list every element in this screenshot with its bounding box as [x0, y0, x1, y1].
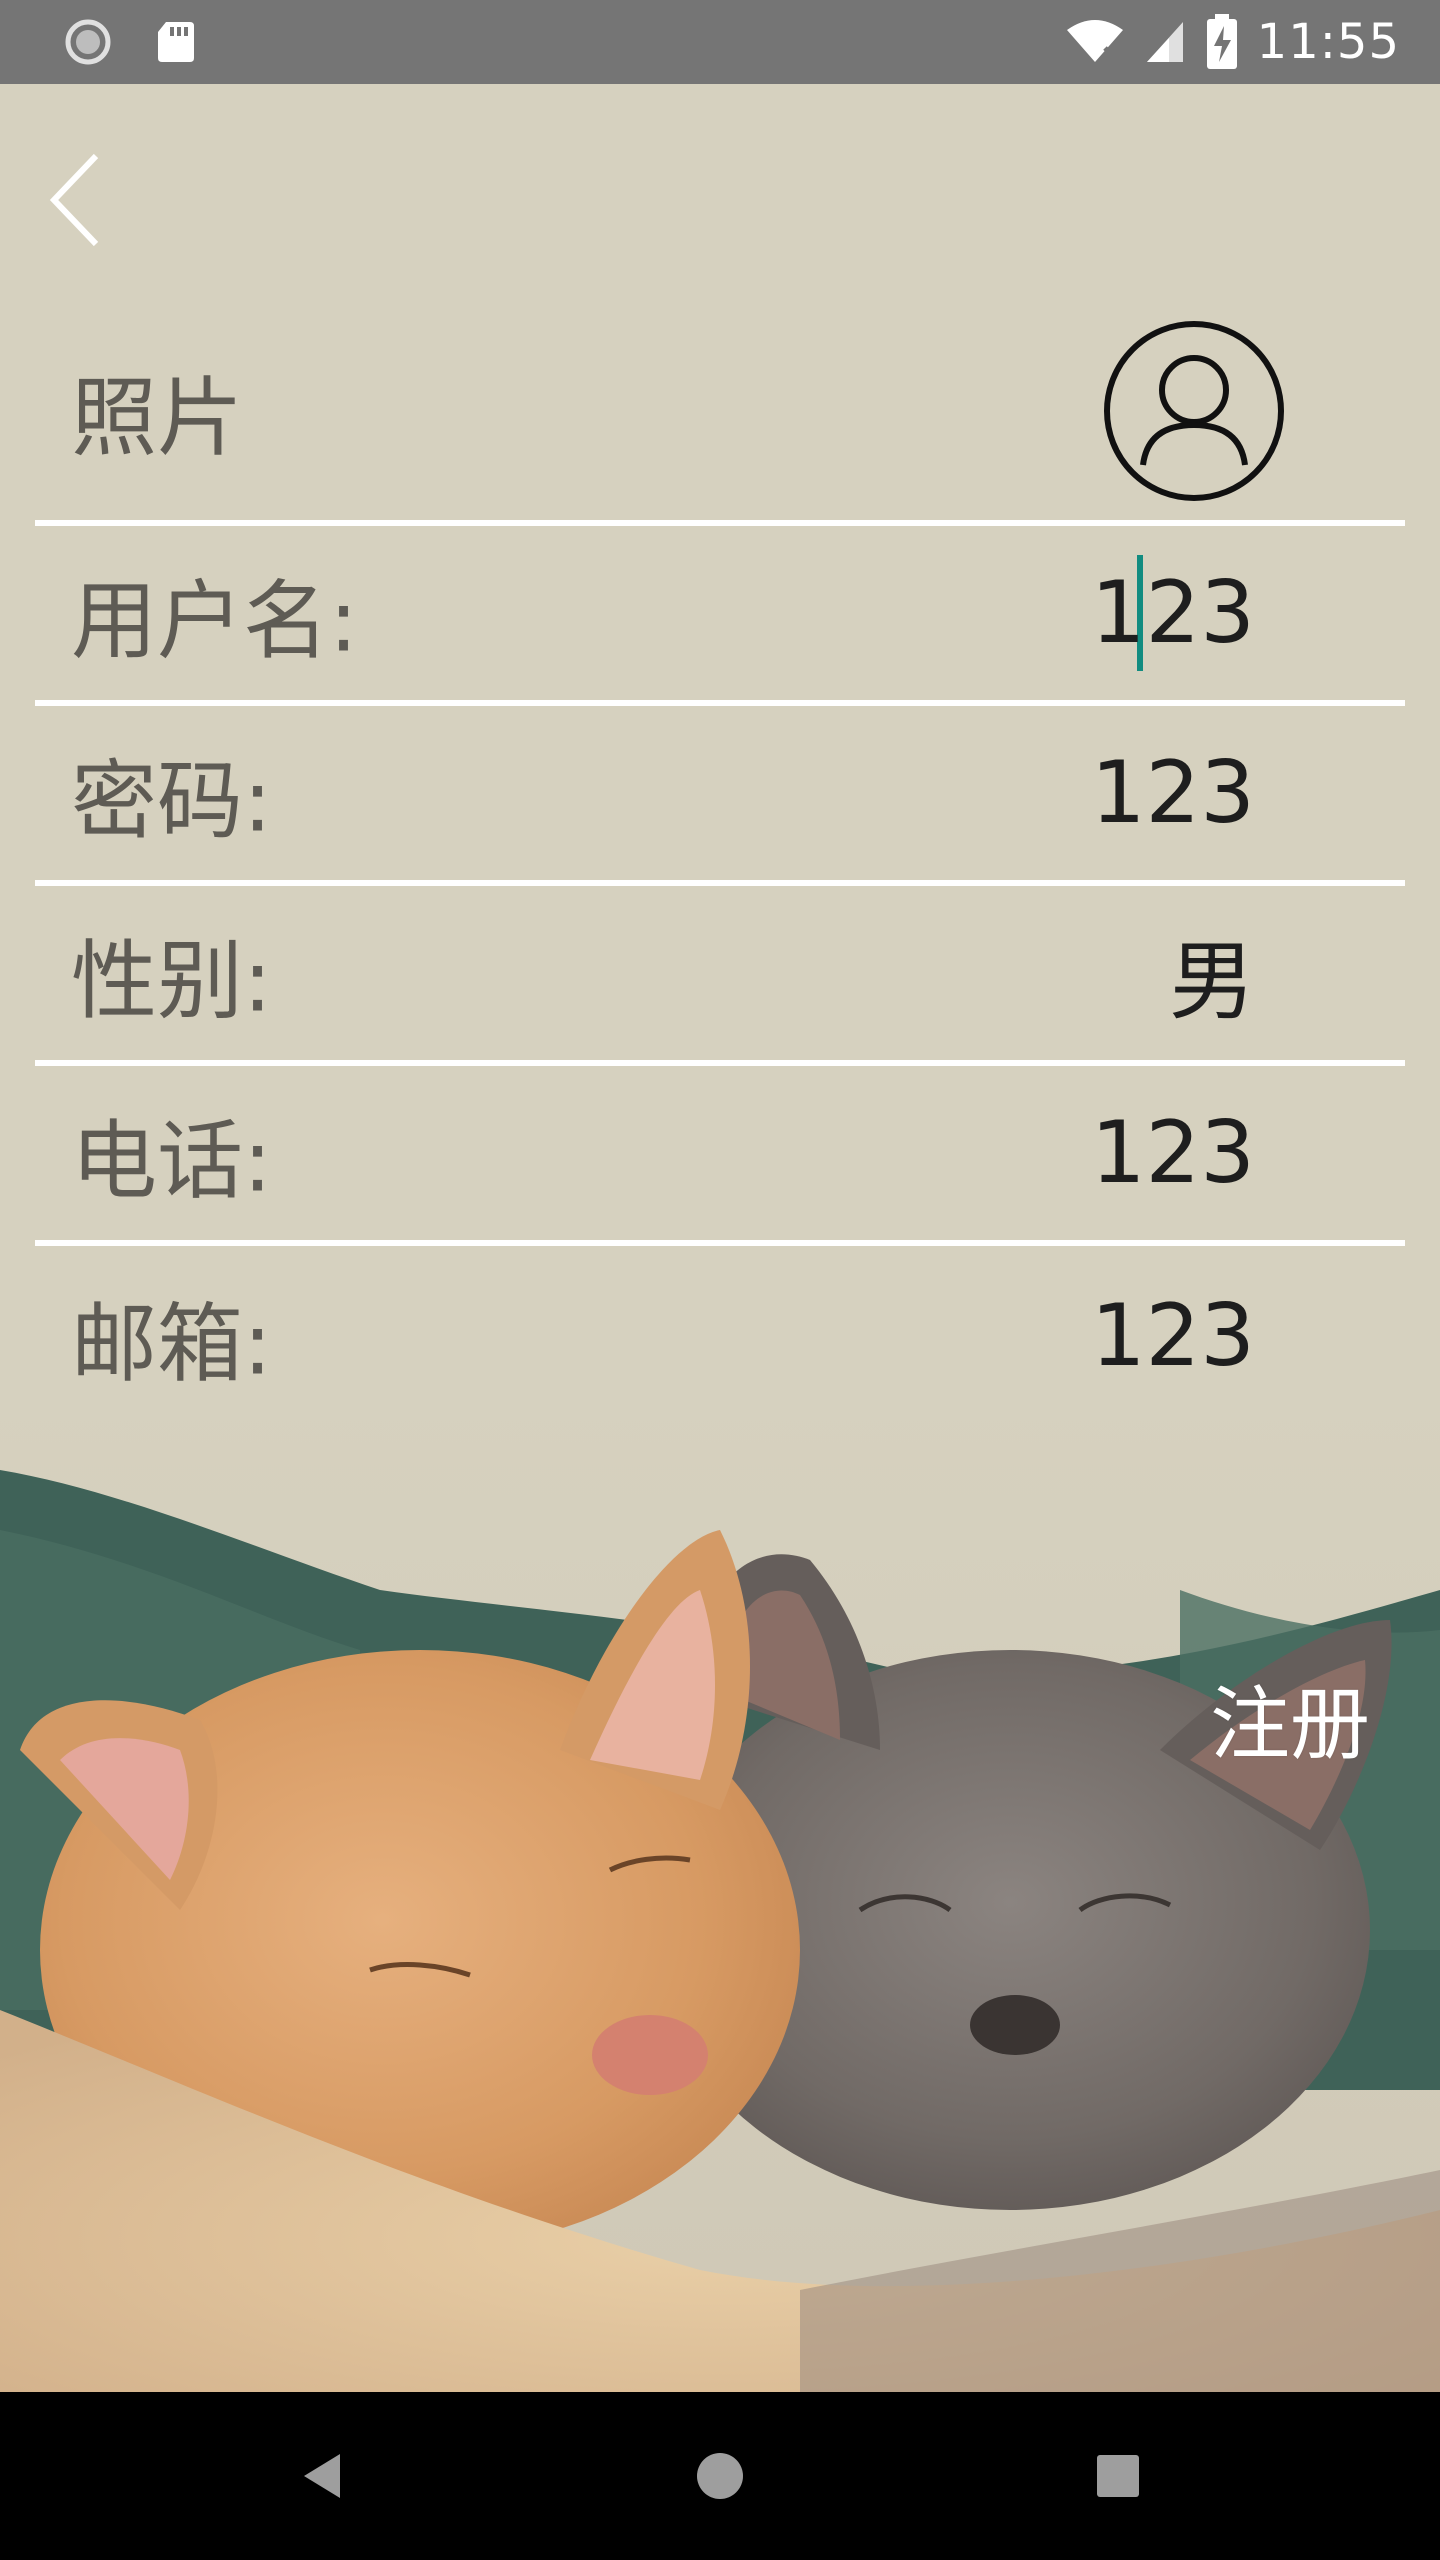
back-triangle-icon[interactable]: [282, 2436, 362, 2516]
gender-label: 性别:: [71, 931, 272, 1032]
recents-square-icon[interactable]: [1078, 2436, 1158, 2516]
photo-row: 照片: [35, 300, 1405, 526]
sync-icon: [65, 19, 111, 65]
phone-row: 电话:: [35, 1066, 1405, 1246]
navigation-bar: [0, 2392, 1440, 2560]
phone-input[interactable]: [835, 1103, 1255, 1203]
password-row: 密码:: [35, 706, 1405, 886]
gender-row: 性别:: [35, 886, 1405, 1066]
sd-card-icon: [158, 22, 194, 62]
register-form: 照片 用户名: 密码: 性别: 电话: 邮箱:: [35, 300, 1405, 1426]
email-label: 邮箱:: [71, 1294, 272, 1395]
user-avatar-icon[interactable]: [1103, 320, 1285, 502]
battery-charging-icon: [1206, 14, 1237, 69]
photo-label: 照片: [71, 368, 243, 469]
password-input[interactable]: [835, 743, 1255, 843]
status-time: 11:55: [1256, 14, 1400, 70]
username-row: 用户名:: [35, 526, 1405, 706]
username-label: 用户名:: [71, 571, 358, 672]
register-screen: 11:55 照片 用户名: 密码: 性别:: [0, 0, 1440, 2560]
username-input[interactable]: [835, 563, 1255, 663]
wifi-off-icon: [1066, 20, 1123, 64]
email-row: 邮箱:: [35, 1246, 1405, 1426]
register-button[interactable]: 注册: [1210, 1660, 1370, 1776]
chevron-left-icon: [49, 153, 99, 247]
status-bar: 11:55: [0, 0, 1440, 84]
back-button[interactable]: [44, 148, 116, 248]
signal-icon: [1146, 22, 1183, 62]
password-label: 密码:: [71, 751, 272, 852]
background-cat-photo: [0, 1390, 1440, 2392]
phone-label: 电话:: [71, 1111, 272, 1212]
status-right-group: 11:55: [1065, 0, 1400, 84]
gender-input[interactable]: [835, 923, 1255, 1023]
home-circle-icon[interactable]: [680, 2436, 760, 2516]
email-input[interactable]: [835, 1286, 1255, 1386]
